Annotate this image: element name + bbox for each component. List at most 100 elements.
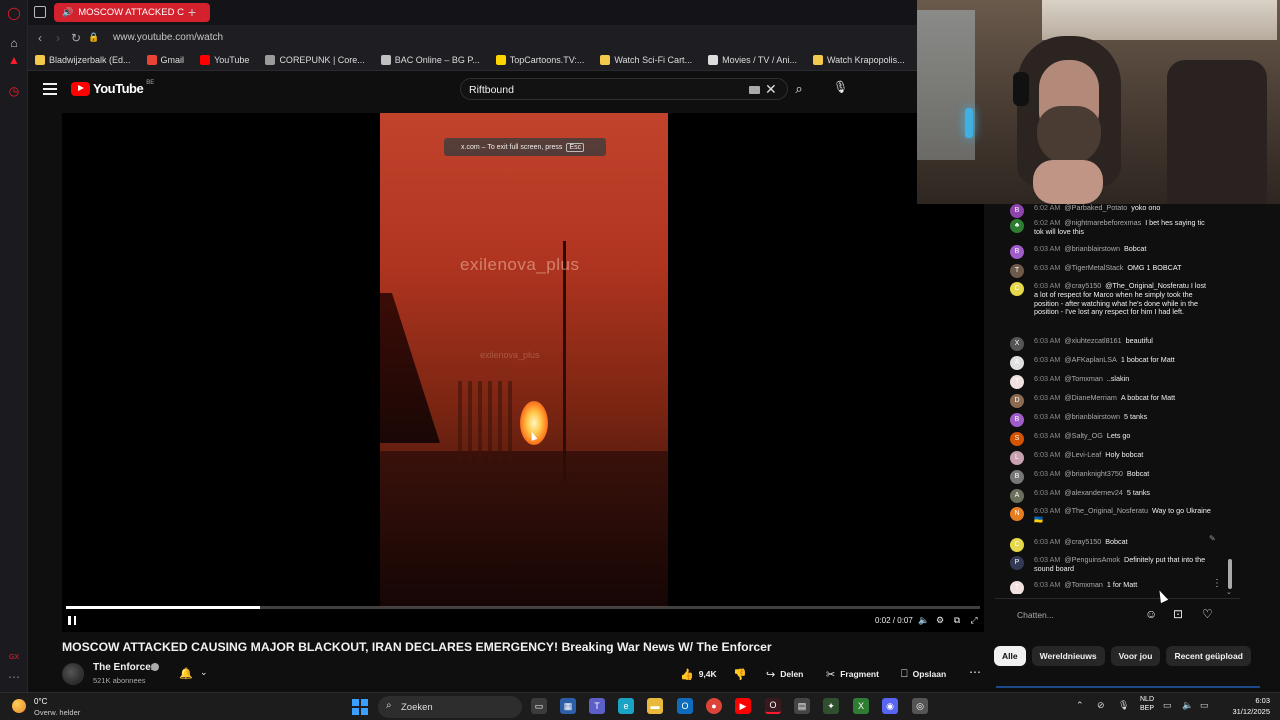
bookmark-item[interactable]: Gmail bbox=[146, 55, 184, 65]
chat-author[interactable]: @cray5150 bbox=[1064, 537, 1101, 546]
file-explorer-icon[interactable]: ▬ bbox=[647, 698, 663, 714]
emoji-icon[interactable]: ☺ bbox=[1145, 607, 1157, 621]
chat-avatar[interactable]: L bbox=[1010, 451, 1024, 465]
opera-logo-icon[interactable]: ◯ bbox=[7, 6, 21, 20]
volume-icon[interactable]: 🔈 bbox=[918, 615, 930, 626]
filter-chip[interactable]: Voor jou bbox=[1110, 646, 1161, 666]
super-chat-icon[interactable]: ⊡ bbox=[1173, 607, 1183, 621]
obs-icon[interactable]: ◎ bbox=[912, 698, 928, 714]
pause-icon[interactable] bbox=[68, 616, 76, 625]
chat-avatar[interactable]: B bbox=[1010, 413, 1024, 427]
search-input[interactable]: Riftbound ✕ bbox=[460, 78, 788, 100]
heart-icon[interactable]: ♡ bbox=[1202, 607, 1213, 621]
bookmark-item[interactable]: Movies / TV / Ani... bbox=[708, 55, 797, 65]
weather-widget[interactable]: 0°C Overw. helder bbox=[12, 696, 112, 718]
bookmark-item[interactable]: Watch Krapopolis... bbox=[812, 55, 905, 65]
chat-author[interactable]: @xiuhtezcatl8161 bbox=[1064, 336, 1121, 345]
video-player[interactable]: exilenova_plus exilenova_plus x.com – To… bbox=[62, 113, 984, 632]
chat-avatar[interactable]: A bbox=[1010, 489, 1024, 503]
chat-author[interactable]: @AFKaplanLSA bbox=[1064, 355, 1116, 364]
reload-icon[interactable]: ↻ bbox=[67, 31, 85, 45]
chat-author[interactable]: @PenguinsAmok bbox=[1064, 555, 1120, 564]
aria-icon[interactable]: ▲ bbox=[7, 53, 21, 67]
bookmark-item[interactable]: TopCartoons.TV:... bbox=[495, 55, 584, 65]
edge-icon[interactable]: e bbox=[618, 698, 634, 714]
new-tab-button[interactable]: + bbox=[184, 4, 200, 20]
history-icon[interactable]: ◷ bbox=[7, 84, 21, 98]
filter-chip[interactable]: Wereldnieuws bbox=[1031, 646, 1105, 666]
chat-author[interactable]: @The_Original_Nosferatu bbox=[1064, 506, 1148, 515]
clock[interactable]: 6:03 31/12/2025 bbox=[1222, 695, 1270, 717]
task-view-icon[interactable]: ▭ bbox=[531, 698, 547, 714]
clear-search-icon[interactable]: ✕ bbox=[765, 81, 777, 98]
settings-icon[interactable]: ⚙ bbox=[934, 615, 946, 626]
chat-author[interactable]: @Levi-Leaf bbox=[1064, 450, 1101, 459]
menu-icon[interactable] bbox=[43, 83, 57, 95]
message-options-icon[interactable]: ⋮ bbox=[1212, 578, 1222, 589]
calculator-icon[interactable]: ▤ bbox=[794, 698, 810, 714]
game-icon[interactable]: ✦ bbox=[823, 698, 839, 714]
gx-icon[interactable]: GX bbox=[7, 650, 21, 664]
chevron-down-icon[interactable]: ⌄ bbox=[200, 667, 208, 678]
bookmark-item[interactable]: Watch Sci-Fi Cart... bbox=[600, 55, 692, 65]
chat-avatar[interactable]: B bbox=[1010, 470, 1024, 484]
search-icon[interactable]: ⌕ bbox=[788, 80, 810, 98]
speed-dial-icon[interactable]: ⌂ bbox=[7, 36, 21, 50]
chrome-icon[interactable]: ● bbox=[706, 698, 722, 714]
discord-icon[interactable]: ◉ bbox=[882, 698, 898, 714]
fullscreen-icon[interactable]: ⤢ bbox=[968, 615, 980, 626]
audio-playing-icon[interactable]: 🔊 bbox=[62, 7, 73, 18]
forward-icon[interactable]: › bbox=[49, 31, 67, 45]
teams-icon[interactable]: T bbox=[589, 698, 605, 714]
keyboard-language[interactable]: NLD BEP bbox=[1140, 695, 1154, 713]
chat-avatar[interactable]: D bbox=[1010, 394, 1024, 408]
chat-input[interactable]: Chatten... ☺ ⊡ ♡ bbox=[1005, 603, 1240, 627]
chat-author[interactable]: @brianblairstown bbox=[1064, 412, 1120, 421]
keyboard-icon[interactable] bbox=[749, 86, 760, 94]
scroll-down-icon[interactable]: ⌄ bbox=[1226, 588, 1232, 594]
windows-start-icon[interactable] bbox=[352, 699, 368, 715]
taskbar-search[interactable]: ⌕ Zoeken bbox=[378, 696, 522, 718]
save-button[interactable]: ⎕ Opslaan bbox=[901, 665, 946, 683]
bell-icon[interactable]: 🔔 bbox=[179, 667, 193, 680]
miniplayer-icon[interactable]: ⧉ bbox=[951, 615, 963, 626]
tray-overflow-icon[interactable]: ⌃ bbox=[1076, 700, 1084, 711]
chat-author[interactable]: @brianknight3750 bbox=[1064, 469, 1122, 478]
chat-author[interactable]: @TigerMetalStack bbox=[1064, 263, 1123, 272]
bookmark-item[interactable]: Bladwijzerbalk (Ed... bbox=[35, 55, 131, 65]
chat-author[interactable]: @nightmarebeforexmas bbox=[1064, 218, 1141, 227]
bookmark-item[interactable]: COREPUNK | Core... bbox=[265, 55, 365, 65]
mic-tray-icon[interactable]: 🎙 bbox=[1118, 700, 1129, 711]
chat-author[interactable]: @Tomxman bbox=[1064, 580, 1102, 589]
chat-avatar[interactable]: C bbox=[1010, 538, 1024, 552]
store-icon[interactable]: ▦ bbox=[560, 698, 576, 714]
chat-avatar[interactable]: T bbox=[1010, 264, 1024, 278]
url-field[interactable]: www.youtube.com/watch bbox=[113, 32, 223, 43]
progress-bar[interactable] bbox=[66, 606, 980, 609]
youtube-logo[interactable]: YouTube BE bbox=[71, 80, 154, 96]
chat-author[interactable]: @Tomxman bbox=[1064, 374, 1102, 383]
network-off-icon[interactable]: ⊘ bbox=[1097, 700, 1105, 711]
chat-avatar[interactable]: ♣ bbox=[1010, 219, 1024, 233]
chat-author[interactable]: @Parbaked_Potato bbox=[1064, 204, 1127, 212]
chat-avatar[interactable]: B bbox=[1010, 245, 1024, 259]
more-actions-icon[interactable]: ⋯ bbox=[969, 665, 981, 679]
microphone-icon[interactable]: 🎙 bbox=[833, 80, 848, 94]
chat-avatar[interactable]: S bbox=[1010, 432, 1024, 446]
chat-avatar[interactable]: B bbox=[1010, 204, 1024, 218]
chat-avatar[interactable]: N bbox=[1010, 507, 1024, 521]
filter-chip[interactable]: Recent geüpload bbox=[1166, 646, 1251, 666]
bookmark-item[interactable]: YouTube bbox=[200, 55, 249, 65]
chat-author[interactable]: @Salty_OG bbox=[1064, 431, 1102, 440]
youtube-app-icon[interactable]: ▶ bbox=[735, 698, 751, 714]
clip-button[interactable]: ✂ Fragment bbox=[826, 665, 879, 683]
like-button[interactable]: 👍 9,4K bbox=[680, 665, 717, 683]
channel-name[interactable]: The Enforcer bbox=[93, 662, 155, 673]
chat-avatar[interactable]: C bbox=[1010, 282, 1024, 296]
chat-author[interactable]: @DianeMerriam bbox=[1064, 393, 1116, 402]
bookmark-item[interactable]: BAC Online – BG P... bbox=[380, 55, 480, 65]
share-button[interactable]: ↪ Delen bbox=[766, 665, 803, 683]
battery-icon[interactable]: ▭ bbox=[1200, 700, 1209, 711]
display-icon[interactable]: ▭ bbox=[1163, 700, 1172, 711]
spreadsheet-icon[interactable]: X bbox=[853, 698, 869, 714]
